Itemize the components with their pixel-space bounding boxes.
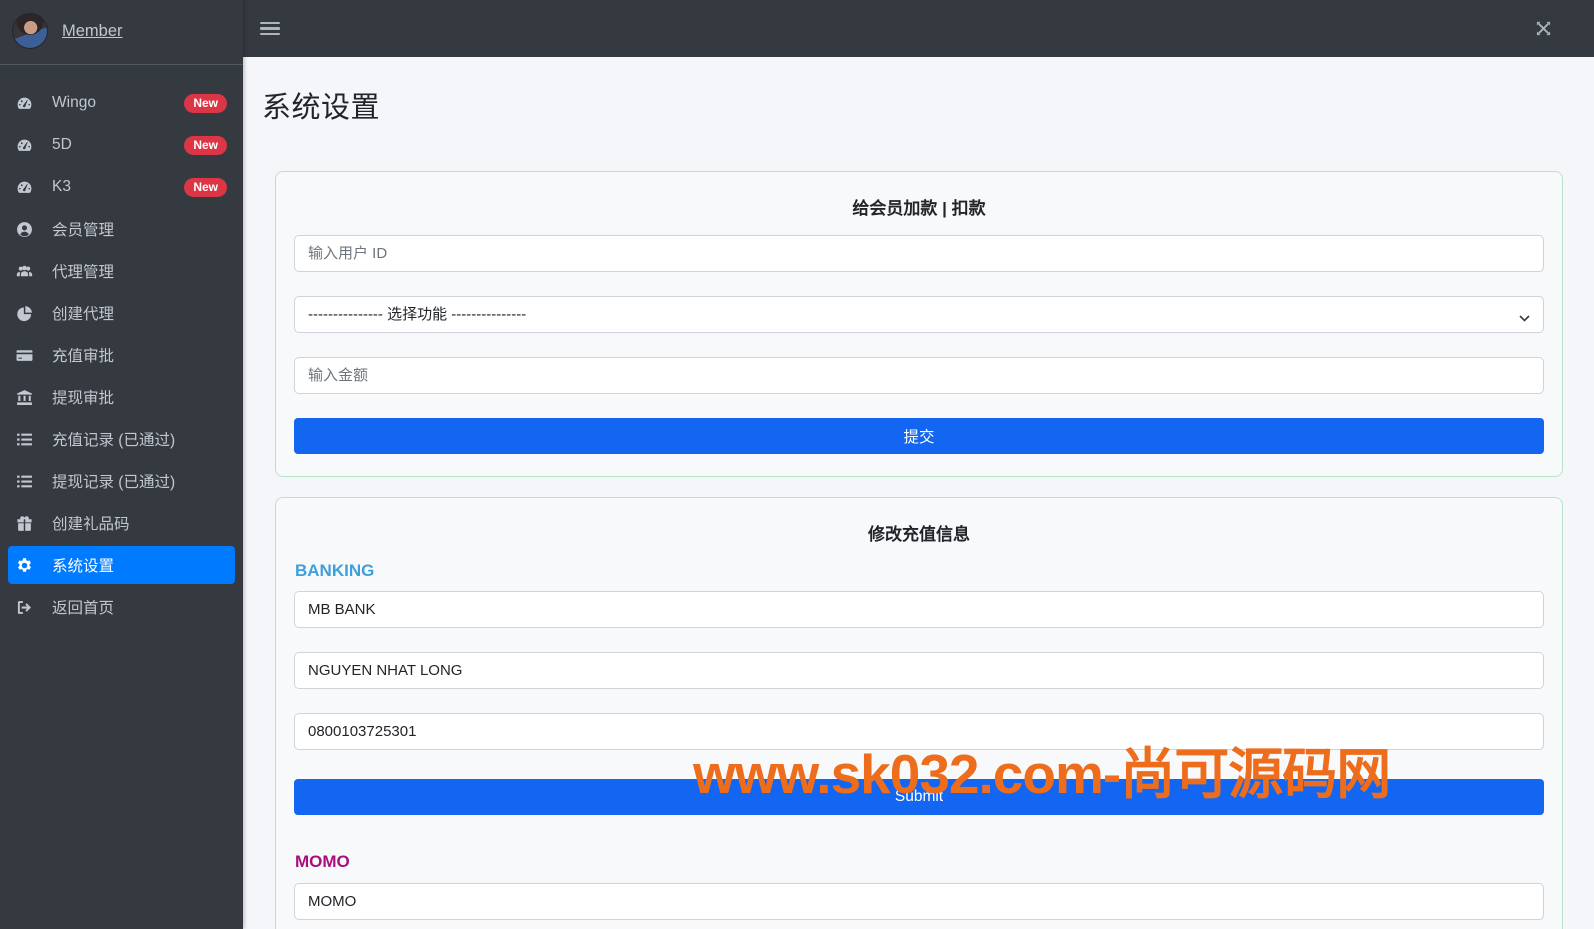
user-id-input[interactable]: [294, 235, 1544, 272]
sidebar-item-label: 系统设置: [52, 554, 114, 576]
sidebar-item-agent-management[interactable]: 代理管理: [8, 252, 235, 290]
recharge-info-card-title: 修改充值信息: [294, 520, 1544, 545]
account-number-input[interactable]: [294, 713, 1544, 750]
menu-toggle-icon[interactable]: [260, 18, 280, 38]
banking-label: BANKING: [295, 561, 1544, 581]
sidebar-item-create-gift-code[interactable]: 创建礼品码: [8, 504, 235, 542]
main-content: 系统设置 给会员加款 | 扣款 --------------- 选择功能 ---…: [243, 57, 1594, 929]
sidebar-item-label: 会员管理: [52, 218, 114, 240]
submit-banking-button[interactable]: Submit: [294, 779, 1544, 815]
sidebar-item-recharge-approval[interactable]: 充值审批: [8, 336, 235, 374]
sidebar-item-withdraw-records[interactable]: 提现记录 (已通过): [8, 462, 235, 500]
gear-icon: [16, 557, 42, 574]
sidebar-item-label: 提现审批: [52, 386, 114, 408]
sidebar-nav: Wingo New 5D New K3 New 会员管理: [0, 65, 243, 626]
new-badge: New: [184, 178, 227, 197]
topbar: [243, 0, 1594, 57]
tachometer-icon: [16, 137, 42, 154]
credit-card-icon: [16, 347, 42, 364]
sidebar-item-label: 充值记录 (已通过): [52, 428, 175, 450]
users-icon: [16, 263, 42, 280]
member-funds-card: 给会员加款 | 扣款 --------------- 选择功能 --------…: [275, 171, 1563, 477]
new-badge: New: [184, 94, 227, 113]
bank-icon: [16, 389, 42, 406]
list-icon: [16, 473, 42, 490]
new-badge: New: [184, 136, 227, 155]
sidebar-item-member-management[interactable]: 会员管理: [8, 210, 235, 248]
list-icon: [16, 431, 42, 448]
sidebar-item-label: 代理管理: [52, 260, 114, 282]
sidebar-item-5d[interactable]: 5D New: [8, 126, 235, 164]
user-circle-icon: [16, 221, 42, 238]
momo-label: MOMO: [295, 852, 1544, 872]
user-avatar[interactable]: [12, 13, 48, 49]
amount-input[interactable]: [294, 357, 1544, 394]
fullscreen-icon[interactable]: [1535, 20, 1552, 37]
account-name-input[interactable]: [294, 652, 1544, 689]
member-funds-card-title: 给会员加款 | 扣款: [294, 194, 1544, 219]
sign-out-icon: [16, 599, 42, 616]
user-name-link[interactable]: Member: [62, 22, 123, 41]
user-panel: Member: [0, 0, 243, 65]
sidebar-item-back-home[interactable]: 返回首页: [8, 588, 235, 626]
tachometer-icon: [16, 95, 42, 112]
sidebar-item-label: 充值审批: [52, 344, 114, 366]
submit-funds-button[interactable]: 提交: [294, 418, 1544, 454]
sidebar-item-recharge-records[interactable]: 充值记录 (已通过): [8, 420, 235, 458]
page-title: 系统设置: [262, 84, 1563, 126]
tachometer-icon: [16, 179, 42, 196]
sidebar-item-label: Wingo: [52, 94, 96, 112]
sidebar-item-k3[interactable]: K3 New: [8, 168, 235, 206]
bank-name-input[interactable]: [294, 591, 1544, 628]
sidebar-item-label: 返回首页: [52, 596, 114, 618]
sidebar-item-label: K3: [52, 178, 71, 196]
sidebar-item-label: 5D: [52, 136, 72, 154]
sidebar-item-withdraw-approval[interactable]: 提现审批: [8, 378, 235, 416]
sidebar: Member Wingo New 5D New K3 New: [0, 0, 243, 929]
sidebar-item-label: 提现记录 (已通过): [52, 470, 175, 492]
sidebar-item-create-agent[interactable]: 创建代理: [8, 294, 235, 332]
sidebar-item-label: 创建礼品码: [52, 512, 130, 534]
sidebar-item-wingo[interactable]: Wingo New: [8, 84, 235, 122]
recharge-info-card: 修改充值信息 BANKING Submit MOMO: [275, 497, 1563, 929]
function-select-wrap: --------------- 选择功能 ---------------: [294, 296, 1544, 333]
function-select[interactable]: --------------- 选择功能 ---------------: [294, 296, 1544, 333]
sidebar-item-system-settings[interactable]: 系统设置: [8, 546, 235, 584]
pie-chart-icon: [16, 305, 42, 322]
gift-icon: [16, 515, 42, 532]
sidebar-item-label: 创建代理: [52, 302, 114, 324]
momo-input[interactable]: [294, 883, 1544, 920]
